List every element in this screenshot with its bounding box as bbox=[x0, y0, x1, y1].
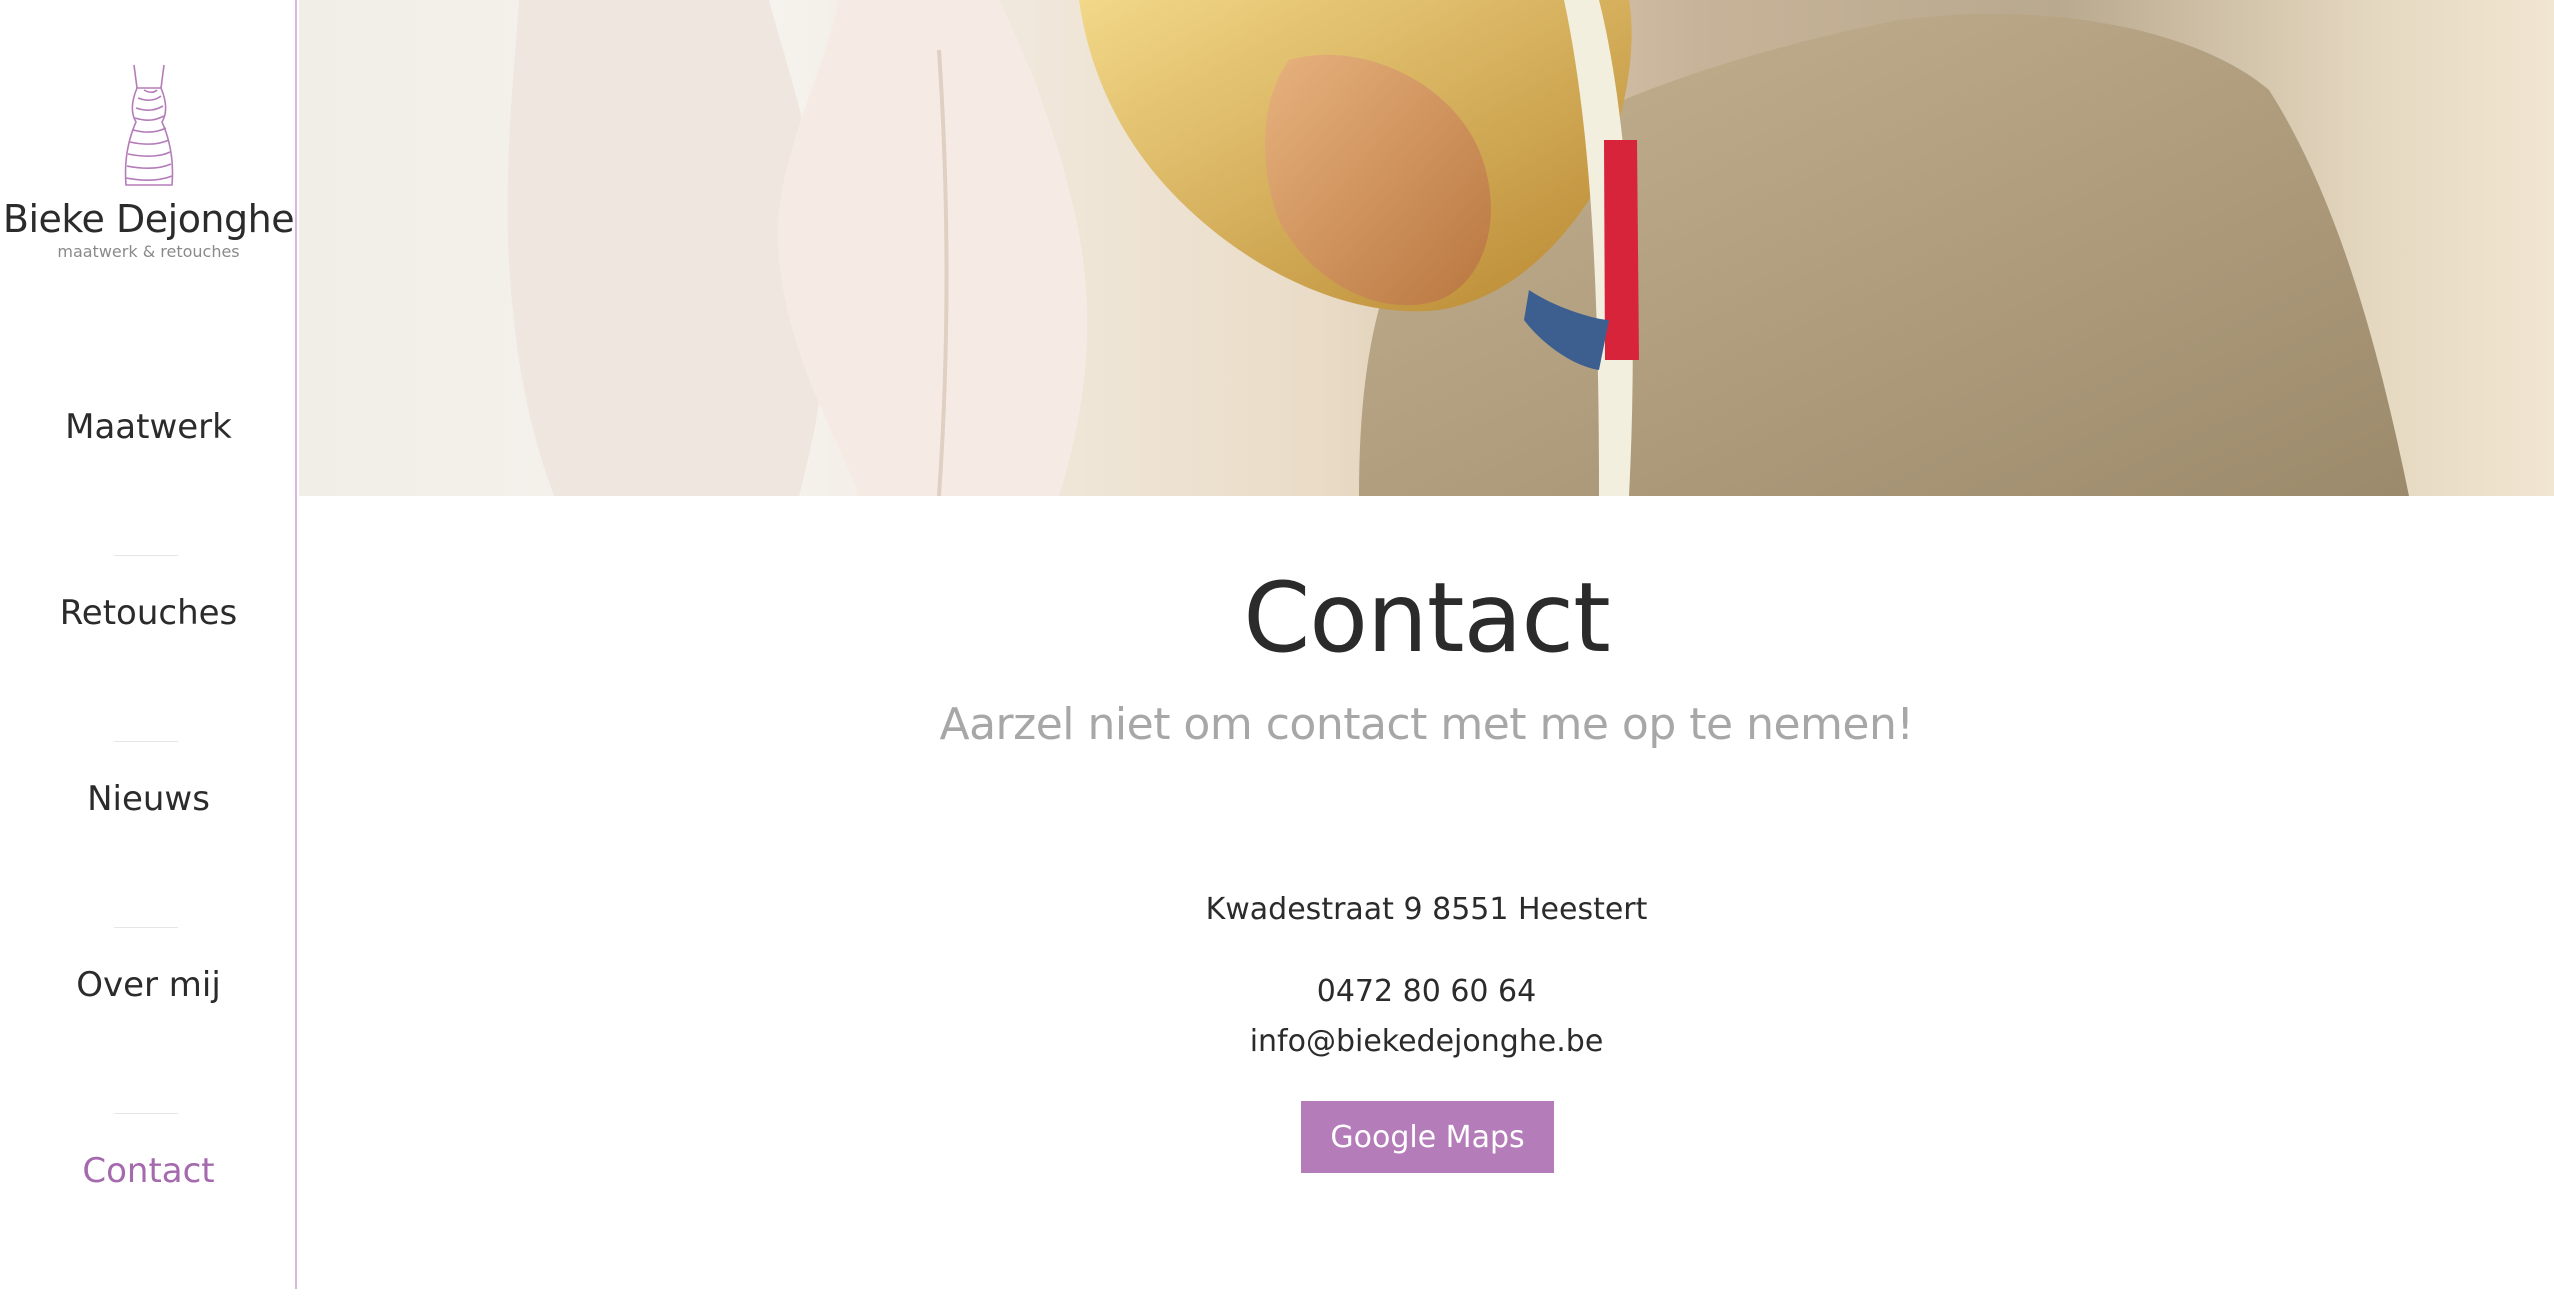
google-maps-button[interactable]: Google Maps bbox=[1301, 1101, 1554, 1173]
contact-email[interactable]: info@biekedejonghe.be bbox=[299, 1024, 2554, 1059]
brand-name: Bieke Dejonghe bbox=[2, 197, 295, 241]
contact-address: Kwadestraat 9 8551 Heestert bbox=[1205, 892, 1648, 927]
page-title: Contact bbox=[1243, 562, 1611, 674]
nav-item-label: Maatwerk bbox=[65, 407, 232, 447]
brand-tagline: maatwerk & retouches bbox=[57, 242, 240, 261]
contact-phone[interactable]: 0472 80 60 64 bbox=[299, 974, 2554, 1009]
main-content: Contact Aarzel niet om contact met me op… bbox=[299, 496, 2554, 1289]
nav-item-label: Contact bbox=[82, 1151, 215, 1191]
logo[interactable]: Bieke Dejonghe maatwerk & retouches bbox=[0, 60, 297, 261]
hero-image bbox=[299, 0, 2554, 496]
nav-item-label: Over mij bbox=[76, 965, 221, 1005]
main-nav: Maatwerk Retouches Nieuws Over mij Conta… bbox=[0, 370, 297, 1300]
dress-logo-icon bbox=[124, 64, 173, 186]
nav-item-maatwerk[interactable]: Maatwerk bbox=[0, 370, 297, 556]
nav-item-over-mij[interactable]: Over mij bbox=[0, 928, 297, 1114]
nav-item-nieuws[interactable]: Nieuws bbox=[0, 742, 297, 928]
sidebar: Bieke Dejonghe maatwerk & retouches Maat… bbox=[0, 0, 297, 1289]
nav-item-label: Retouches bbox=[59, 593, 238, 633]
nav-item-contact[interactable]: Contact bbox=[0, 1114, 297, 1300]
nav-item-label: Nieuws bbox=[87, 779, 210, 819]
page-subtitle: Aarzel niet om contact met me op te neme… bbox=[939, 699, 1914, 750]
nav-item-retouches[interactable]: Retouches bbox=[0, 556, 297, 742]
